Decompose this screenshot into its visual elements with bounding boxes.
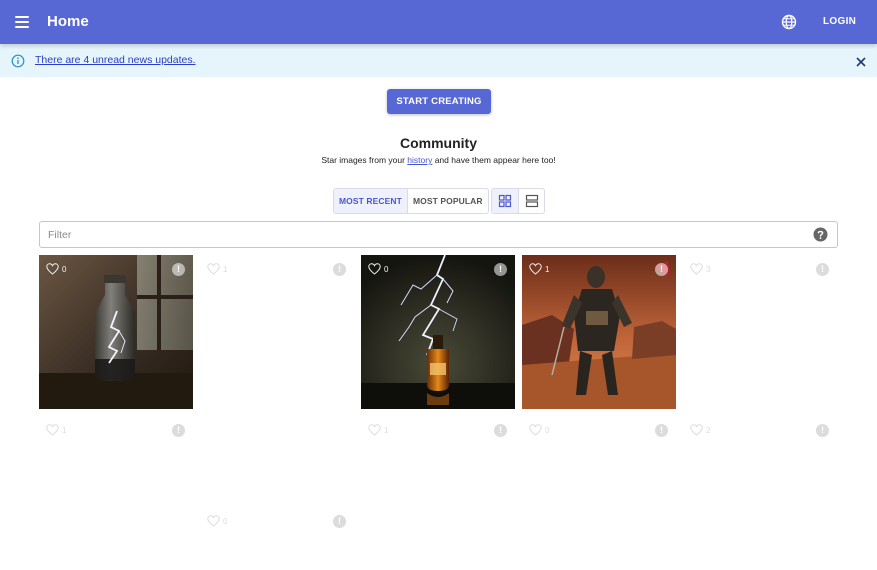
report-icon[interactable] [655,263,668,276]
globe-icon[interactable] [779,12,799,32]
lightning-bottle-image[interactable] [361,255,515,409]
community-subtitle: Star images from your history and have t… [0,155,877,165]
heart-icon [690,263,703,275]
like-button[interactable]: 0 [46,263,66,275]
report-icon[interactable] [333,263,346,276]
menu-icon[interactable] [9,11,35,33]
gallery-tile[interactable]: 0 [361,255,515,409]
app-bar: Home LOGIN [0,0,877,44]
heart-icon [207,515,220,527]
heart-icon [46,424,59,436]
report-icon[interactable] [494,424,507,437]
gallery-tile[interactable]: 0 [39,255,193,409]
filter-input[interactable] [48,227,788,243]
bottle-lightning-image[interactable] [39,255,193,409]
report-icon[interactable] [494,263,507,276]
help-icon[interactable] [813,227,828,242]
history-link[interactable]: history [407,155,432,165]
heart-icon [46,263,59,275]
sort-most-popular[interactable]: MOST POPULAR [406,189,488,213]
gallery-tile[interactable]: 1 [39,416,193,570]
warrior-image[interactable] [522,255,676,409]
report-icon[interactable] [172,424,185,437]
filter-field [39,221,838,248]
heart-icon [207,263,220,275]
report-icon[interactable] [172,263,185,276]
report-icon[interactable] [333,515,346,528]
report-icon[interactable] [816,424,829,437]
heart-icon [368,263,381,275]
sort-most-recent[interactable]: MOST RECENT [334,189,407,213]
heart-icon [368,424,381,436]
like-button[interactable]: 1 [207,263,227,275]
start-creating-button[interactable]: START CREATING [387,89,491,114]
view-toggle [491,188,545,214]
subtitle-text-end: and have them appear here too! [432,155,556,165]
like-button[interactable]: 0 [529,424,549,436]
news-banner: There are 4 unread news updates. [0,44,877,77]
report-icon[interactable] [655,424,668,437]
heart-icon [529,263,542,275]
like-count: 1 [62,425,67,435]
like-count: 0 [223,516,228,526]
like-button[interactable]: 2 [690,424,710,436]
gallery-tile[interactable]: 3 [683,255,837,409]
gallery-tile[interactable]: 1 [361,416,515,570]
page-title: Home [47,13,89,30]
login-button[interactable]: LOGIN [814,11,865,33]
like-button[interactable]: 0 [368,263,388,275]
heart-icon [690,424,703,436]
like-count: 0 [62,264,67,274]
info-icon [11,54,25,68]
gallery-tile[interactable]: 1 [522,255,676,409]
like-count: 1 [223,264,228,274]
heart-icon [529,424,542,436]
like-count: 0 [384,264,389,274]
gallery-tile[interactable]: 0 [200,507,354,528]
grid-view-icon[interactable] [492,189,518,213]
news-link[interactable]: There are 4 unread news updates. [35,54,196,66]
like-count: 2 [706,425,711,435]
list-view-icon[interactable] [518,189,544,213]
like-button[interactable]: 1 [529,263,549,275]
like-button[interactable]: 0 [207,515,227,527]
like-button[interactable]: 1 [46,424,66,436]
sort-toggle: MOST RECENT MOST POPULAR [333,188,489,214]
gallery-tile[interactable]: 0 [522,416,676,570]
community-title: Community [400,135,477,151]
gallery-tile[interactable]: 2 [683,416,837,570]
gallery-tile[interactable]: 1 [200,255,354,409]
close-icon[interactable] [854,55,868,69]
like-count: 3 [706,264,711,274]
like-count: 1 [384,425,389,435]
subtitle-text: Star images from your [321,155,408,165]
like-button[interactable]: 3 [690,263,710,275]
like-button[interactable]: 1 [368,424,388,436]
report-icon[interactable] [816,263,829,276]
like-count: 0 [545,425,550,435]
like-count: 1 [545,264,550,274]
